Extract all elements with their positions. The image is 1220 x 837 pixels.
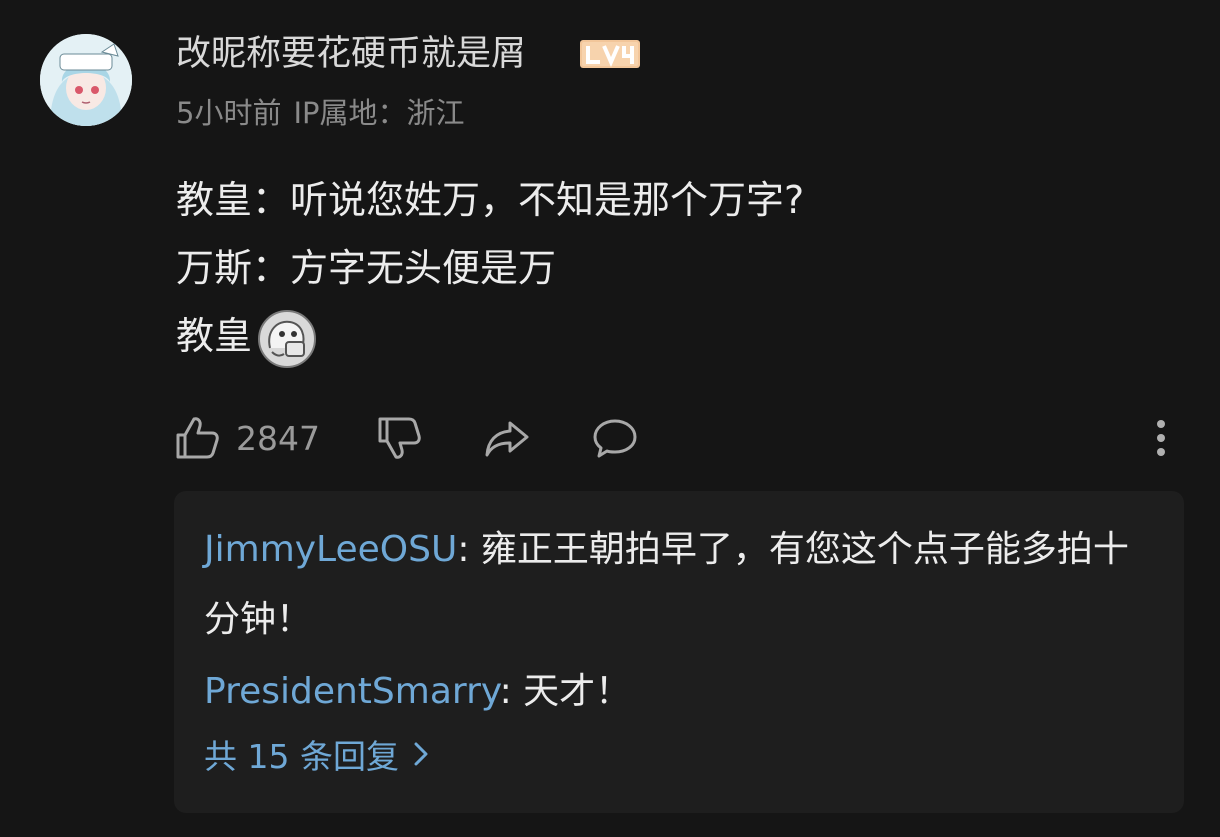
more-options-button[interactable] (1138, 415, 1184, 461)
comment-username[interactable]: 改昵称要花硬币就是屑 (176, 30, 526, 78)
more-vertical-icon (1157, 420, 1165, 456)
like-button[interactable]: 2847 (174, 415, 320, 461)
dislike-button[interactable] (376, 415, 422, 461)
avatar-image (40, 34, 132, 126)
reply-icon (593, 419, 637, 458)
share-button[interactable] (484, 415, 530, 461)
reply-author[interactable]: JimmyLeeOSU (204, 529, 457, 570)
replies-panel: JimmyLeeOSU: 雍正王朝拍早了，有您这个点子能多拍十分钟！ Presi… (174, 491, 1184, 813)
avatar[interactable] (40, 34, 132, 126)
thumbs-up-icon (176, 417, 219, 459)
ip-location: IP属地：浙江 (293, 96, 465, 130)
comment-line-text: 教皇 (176, 314, 253, 358)
share-icon (485, 421, 529, 457)
reply-button[interactable] (592, 415, 638, 461)
reply-item: PresidentSmarry: 天才！ (204, 657, 1154, 727)
comment-content: 教皇：听说您姓万，不知是那个万字? 万斯：方字无头便是万 教皇 (176, 170, 804, 374)
reply-author[interactable]: PresidentSmarry (204, 671, 500, 712)
reply-text: : 天才！ (499, 671, 632, 712)
comment-action-bar: 2847 (0, 405, 1220, 469)
reply-item: JimmyLeeOSU: 雍正王朝拍早了，有您这个点子能多拍十分钟！ (204, 515, 1154, 655)
thumbs-down-icon (378, 417, 421, 459)
like-count: 2847 (236, 418, 320, 458)
comment-time: 5小时前 (176, 96, 282, 130)
ghost-sticker-icon (258, 309, 317, 368)
more-replies-label: 共 15 条回复 (204, 737, 399, 776)
chevron-right-icon (413, 729, 429, 785)
comment-page: 改昵称要花硬币就是屑 5小时前 IP属地：浙江 教皇：听说您姓万，不知是那个万字?… (0, 0, 1220, 837)
level-badge-icon (580, 40, 640, 68)
view-more-replies-link[interactable]: 共 15 条回复 (204, 729, 429, 785)
comment-line-with-sticker: 教皇 (176, 306, 804, 374)
comment-meta: 5小时前 IP属地：浙江 (176, 92, 465, 134)
comment-line: 万斯：方字无头便是万 (176, 246, 557, 290)
comment-line: 教皇：听说您姓万，不知是那个万字? (176, 178, 805, 222)
